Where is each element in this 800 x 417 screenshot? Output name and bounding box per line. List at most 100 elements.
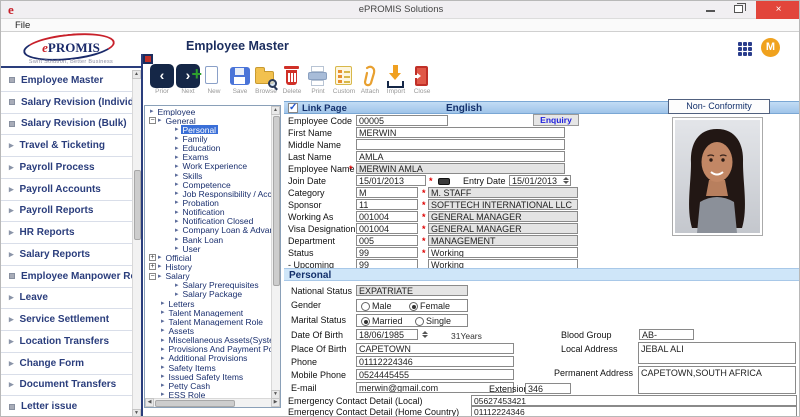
radio-icon[interactable] <box>409 302 418 311</box>
tree-item[interactable]: ▸Competence <box>146 180 272 189</box>
custom-button[interactable]: Custom <box>331 64 357 98</box>
tree-item[interactable]: ▸Probation <box>146 198 272 207</box>
scroll-up-icon[interactable] <box>271 106 280 115</box>
sidebar-item[interactable]: Letter issue <box>1 396 132 417</box>
scroll-left-icon[interactable] <box>145 398 154 407</box>
marital-single-option[interactable]: Single <box>415 316 451 326</box>
tree-item[interactable]: ▸Education <box>146 144 272 153</box>
tree-item[interactable]: −▸General <box>146 116 272 125</box>
sidebar-item[interactable]: ▸Leave <box>1 288 132 310</box>
tree-item[interactable]: ▸Notification <box>146 208 272 217</box>
link-page-checkbox[interactable] <box>288 103 298 113</box>
department-code-input[interactable]: 005 <box>356 235 418 246</box>
tree-item[interactable]: ▸Safety Items <box>146 363 272 372</box>
scrollbar-thumb[interactable] <box>134 170 141 240</box>
expand-icon[interactable]: + <box>149 254 156 261</box>
tree-item[interactable]: ▸Skills <box>146 171 272 180</box>
tree-item[interactable]: ▸Petty Cash <box>146 381 272 390</box>
prior-button[interactable]: Prior <box>149 64 175 98</box>
sidebar-item[interactable]: ▸Document Transfers <box>1 375 132 397</box>
working-as-desc-input[interactable]: GENERAL MANAGER <box>428 211 578 222</box>
sidebar-scrollbar[interactable] <box>132 70 141 417</box>
browse-button[interactable]: Browse <box>253 64 279 98</box>
tree-item[interactable]: ▸Company Loan & Advan <box>146 226 272 235</box>
date-of-birth-input[interactable]: 18/06/1985 <box>356 329 418 340</box>
non-conformity-button[interactable]: Non- Conformity <box>668 99 770 114</box>
date-spinner[interactable] <box>561 176 570 185</box>
sidebar-item[interactable]: Salary Revision (Individual) <box>1 92 132 114</box>
category-code-input[interactable]: M <box>356 187 418 198</box>
visa-designation-code-input[interactable]: 001004 <box>356 223 418 234</box>
collapse-icon[interactable]: − <box>149 117 156 124</box>
scroll-right-icon[interactable] <box>271 398 280 407</box>
sidebar-item[interactable]: ▸Change Form <box>1 353 132 375</box>
tree-item[interactable]: ▸Assets <box>146 326 272 335</box>
tree-item[interactable]: ▸Provisions And Payment Po <box>146 345 272 354</box>
radio-icon[interactable] <box>361 302 370 311</box>
sidebar-item[interactable]: Salary Revision (Bulk) <box>1 114 132 136</box>
national-status-input[interactable]: EXPATRIATE <box>356 285 468 296</box>
tree-item[interactable]: +▸History <box>146 262 272 271</box>
sidebar-item[interactable]: Employee Master <box>1 70 132 92</box>
join-date-input[interactable]: 15/01/2013 <box>356 175 426 186</box>
employee-name-input[interactable]: MERWIN AMLA <box>356 163 565 174</box>
apps-grid-icon[interactable] <box>738 42 752 56</box>
employee-code-input[interactable]: 00005 <box>356 115 448 126</box>
enquiry-button[interactable]: Enquiry <box>533 114 579 126</box>
sidebar-item[interactable]: ▸Payroll Process <box>1 157 132 179</box>
department-desc-input[interactable]: MANAGEMENT <box>428 235 578 246</box>
expand-icon[interactable]: + <box>149 263 156 270</box>
place-of-birth-input[interactable]: CAPETOWN <box>356 343 514 354</box>
tree-item[interactable]: +▸Official <box>146 253 272 262</box>
import-button[interactable]: Import <box>383 64 409 98</box>
first-name-input[interactable]: MERWIN <box>356 127 565 138</box>
print-button[interactable]: Print <box>305 64 331 98</box>
mobile-phone-input[interactable]: 0524445455 <box>356 369 514 380</box>
date-spinner[interactable] <box>420 330 429 339</box>
delete-button[interactable]: Delete <box>279 64 305 98</box>
tree-item[interactable]: −▸Salary <box>146 272 272 281</box>
attach-button[interactable]: Attach <box>357 64 383 98</box>
status-desc-input[interactable]: Working <box>428 247 578 258</box>
tree-item[interactable]: ▸Exams <box>146 153 272 162</box>
tree-item[interactable]: ▸Work Experience <box>146 162 272 171</box>
tree-horizontal-scrollbar[interactable] <box>145 398 280 407</box>
sidebar-item[interactable]: ▸Location Transfers <box>1 331 132 353</box>
tree-item[interactable]: ▸Talent Management Role <box>146 317 272 326</box>
tree-item[interactable]: ▸Salary Package <box>146 290 272 299</box>
menu-item-file[interactable]: File <box>15 20 30 31</box>
tree-item[interactable]: ▸Employee <box>146 107 272 116</box>
close-icon[interactable] <box>756 1 800 19</box>
working-as-code-input[interactable]: 001004 <box>356 211 418 222</box>
restore-icon[interactable] <box>734 5 743 13</box>
calendar-button-icon[interactable] <box>438 178 450 185</box>
gender-female-option[interactable]: Female <box>409 301 450 311</box>
tree-item[interactable]: ▸Issued Safety Items <box>146 372 272 381</box>
scroll-down-icon[interactable] <box>132 409 141 417</box>
save-button[interactable]: Save <box>227 64 253 98</box>
middle-name-input[interactable] <box>356 139 565 150</box>
scroll-up-icon[interactable] <box>132 70 141 79</box>
radio-icon[interactable] <box>415 317 424 326</box>
tree-item[interactable]: ▸Family <box>146 134 272 143</box>
close-form-button[interactable]: Close <box>409 64 435 98</box>
blood-group-input[interactable]: AB- <box>639 329 694 340</box>
scrollbar-thumb[interactable] <box>273 116 280 286</box>
sidebar-item[interactable]: ▸Salary Reports <box>1 244 132 266</box>
tree-item[interactable]: ▸Talent Management <box>146 308 272 317</box>
tree-item[interactable]: ▸Salary Prerequisites <box>146 281 272 290</box>
tree-vertical-scrollbar[interactable] <box>271 106 280 399</box>
sidebar-item[interactable]: ▸HR Reports <box>1 222 132 244</box>
tree-item[interactable]: ▸Personal <box>146 125 272 134</box>
tree-item[interactable]: ▸Job Responsibility / Acco <box>146 189 272 198</box>
status-code-input[interactable]: 99 <box>356 247 418 258</box>
scrollbar-thumb[interactable] <box>155 400 235 407</box>
sidebar-item[interactable]: ▸Payroll Reports <box>1 201 132 223</box>
phone-input[interactable]: 01112224346 <box>356 356 514 367</box>
user-avatar[interactable]: M <box>761 38 780 57</box>
tree-item[interactable]: ▸Additional Provisions <box>146 354 272 363</box>
collapse-icon[interactable]: − <box>149 273 156 280</box>
tree-item[interactable]: ▸Bank Loan <box>146 235 272 244</box>
sidebar-item[interactable]: Employee Manpower Report <box>1 266 132 288</box>
minimize-icon[interactable] <box>706 10 715 12</box>
